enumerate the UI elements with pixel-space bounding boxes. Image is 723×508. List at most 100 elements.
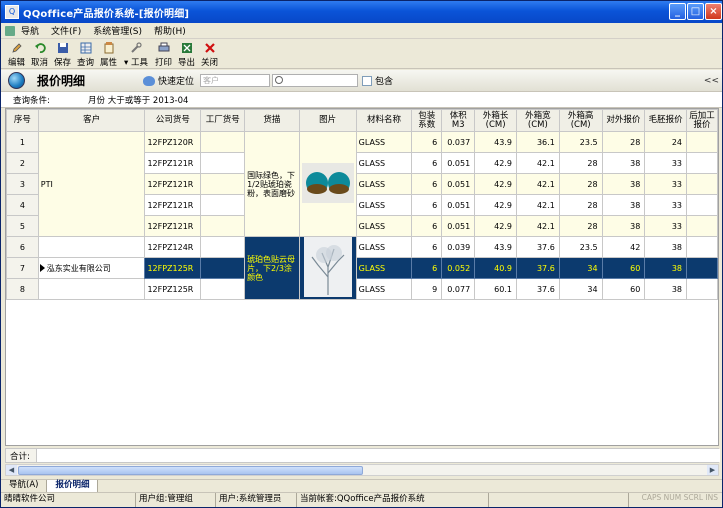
sku-cell[interactable]: 12FPZ125R (144, 257, 202, 279)
pack-cell[interactable]: 6 (411, 131, 443, 153)
customer-cell[interactable]: PTI (37, 131, 146, 237)
cancel-button[interactable]: 取消 (28, 39, 51, 69)
blank-price-cell[interactable]: 38 (644, 278, 688, 300)
height-cell[interactable]: 28 (558, 215, 603, 237)
material-cell[interactable]: GLASS (355, 236, 413, 258)
blank-price-cell[interactable]: 33 (644, 152, 688, 174)
pack-cell[interactable]: 6 (411, 194, 443, 216)
post-price-cell[interactable] (686, 257, 718, 279)
volume-cell[interactable]: 0.051 (441, 215, 476, 237)
col-header[interactable]: 外箱宽(CM) (515, 109, 560, 132)
length-cell[interactable]: 40.9 (474, 257, 517, 279)
width-cell[interactable]: 36.1 (515, 131, 560, 153)
sku-cell[interactable]: 12FPZ121R (144, 152, 202, 174)
blank-price-cell[interactable]: 38 (644, 257, 688, 279)
search-input[interactable] (272, 74, 359, 87)
col-header[interactable]: 体积M3 (441, 109, 476, 132)
description-cell[interactable]: 琥珀色贴云母片，下2/3涂颜色 (244, 236, 300, 300)
height-cell[interactable]: 34 (558, 278, 603, 300)
material-cell[interactable]: GLASS (355, 152, 413, 174)
sku-cell[interactable]: 12FPZ121R (144, 215, 202, 237)
volume-cell[interactable]: 0.077 (441, 278, 476, 300)
factory-cell[interactable] (200, 173, 246, 195)
external-price-cell[interactable]: 38 (601, 194, 646, 216)
external-price-cell[interactable]: 38 (601, 173, 646, 195)
external-price-cell[interactable]: 42 (601, 236, 646, 258)
external-price-cell[interactable]: 60 (601, 278, 646, 300)
blank-price-cell[interactable]: 38 (644, 236, 688, 258)
col-header[interactable]: 后加工报价 (686, 109, 718, 132)
material-cell[interactable]: GLASS (355, 131, 413, 153)
length-cell[interactable]: 43.9 (474, 236, 517, 258)
collapse-icon[interactable]: << (704, 76, 719, 86)
pack-cell[interactable]: 6 (411, 215, 443, 237)
col-header[interactable]: 毛胚报价 (644, 109, 688, 132)
pack-cell[interactable]: 6 (411, 236, 443, 258)
external-price-cell[interactable]: 38 (601, 152, 646, 174)
factory-cell[interactable] (200, 194, 246, 216)
table-row-selected[interactable]: 7 泓东实业有限公司 12FPZ125R GLASS 6 0.052 40.9 … (6, 257, 718, 279)
sku-cell[interactable]: 12FPZ121R (144, 173, 202, 195)
pack-cell[interactable]: 6 (411, 173, 443, 195)
col-header[interactable]: 外箱高(CM) (558, 109, 603, 132)
height-cell[interactable]: 28 (558, 173, 603, 195)
width-cell[interactable]: 37.6 (515, 278, 560, 300)
sku-cell[interactable]: 12FPZ121R (144, 194, 202, 216)
post-price-cell[interactable] (686, 215, 718, 237)
col-header[interactable]: 外箱长(CM) (474, 109, 517, 132)
material-cell[interactable]: GLASS (355, 215, 413, 237)
scroll-thumb[interactable] (18, 466, 363, 475)
blank-price-cell[interactable]: 33 (644, 215, 688, 237)
length-cell[interactable]: 42.9 (474, 173, 517, 195)
menu-item-system[interactable]: 系统管理(S) (87, 24, 148, 37)
sku-cell[interactable]: 12FPZ125R (144, 278, 202, 300)
width-cell[interactable]: 42.1 (515, 215, 560, 237)
table-row[interactable]: 1 PTI 12FPZ120R 国际绿色，下1/2贴琥珀瓷粉，表面磨砂 GLAS… (6, 131, 718, 237)
contains-checkbox[interactable] (362, 75, 373, 86)
blank-price-cell[interactable]: 24 (644, 131, 688, 153)
height-cell[interactable]: 34 (558, 257, 603, 279)
col-header[interactable]: 公司货号 (144, 109, 202, 132)
volume-cell[interactable]: 0.051 (441, 152, 476, 174)
col-header[interactable]: 货描 (244, 109, 300, 132)
table-row[interactable]: 6 12FPZ124R 琥珀色贴云母片，下2/3涂颜色 GLASS 6 0.03… (6, 236, 718, 300)
material-cell[interactable]: GLASS (355, 278, 413, 300)
width-cell[interactable]: 37.6 (515, 236, 560, 258)
factory-cell[interactable] (200, 131, 246, 153)
print-button[interactable]: 打印 (152, 39, 175, 69)
external-price-cell[interactable]: 38 (601, 215, 646, 237)
volume-cell[interactable]: 0.051 (441, 173, 476, 195)
query-button[interactable]: 查询 (74, 39, 97, 69)
table-row[interactable]: 8 12FPZ125R GLASS 9 0.077 60.1 37.6 34 6… (6, 278, 718, 300)
factory-cell[interactable] (200, 257, 246, 279)
col-header[interactable]: 客户 (37, 109, 146, 132)
length-cell[interactable]: 42.9 (474, 152, 517, 174)
customer-field[interactable]: 客户 (200, 74, 271, 87)
sku-cell[interactable]: 12FPZ120R (144, 131, 202, 153)
width-cell[interactable]: 37.6 (515, 257, 560, 279)
col-header[interactable]: 材料名称 (355, 109, 413, 132)
menu-item-nav[interactable]: 导航 (15, 24, 45, 37)
factory-cell[interactable] (200, 215, 246, 237)
length-cell[interactable]: 42.9 (474, 215, 517, 237)
volume-cell[interactable]: 0.037 (441, 131, 476, 153)
post-price-cell[interactable] (686, 194, 718, 216)
customer-cell[interactable]: 泓东实业有限公司 (37, 257, 146, 279)
material-cell[interactable]: GLASS (355, 257, 413, 279)
maximize-button[interactable]: □ (687, 3, 704, 20)
factory-cell[interactable] (200, 152, 246, 174)
scroll-left-icon[interactable]: ◀ (6, 465, 17, 475)
height-cell[interactable]: 28 (558, 152, 603, 174)
blank-price-cell[interactable]: 33 (644, 194, 688, 216)
width-cell[interactable]: 42.1 (515, 173, 560, 195)
menu-item-help[interactable]: 帮助(H) (148, 24, 192, 37)
post-price-cell[interactable] (686, 173, 718, 195)
sku-cell[interactable]: 12FPZ124R (144, 236, 202, 258)
close-tool-button[interactable]: 关闭 (198, 39, 221, 69)
product-image[interactable] (298, 131, 357, 237)
factory-cell[interactable] (200, 278, 246, 300)
factory-cell[interactable] (200, 236, 246, 258)
length-cell[interactable]: 43.9 (474, 131, 517, 153)
blank-price-cell[interactable]: 33 (644, 173, 688, 195)
width-cell[interactable]: 42.1 (515, 194, 560, 216)
